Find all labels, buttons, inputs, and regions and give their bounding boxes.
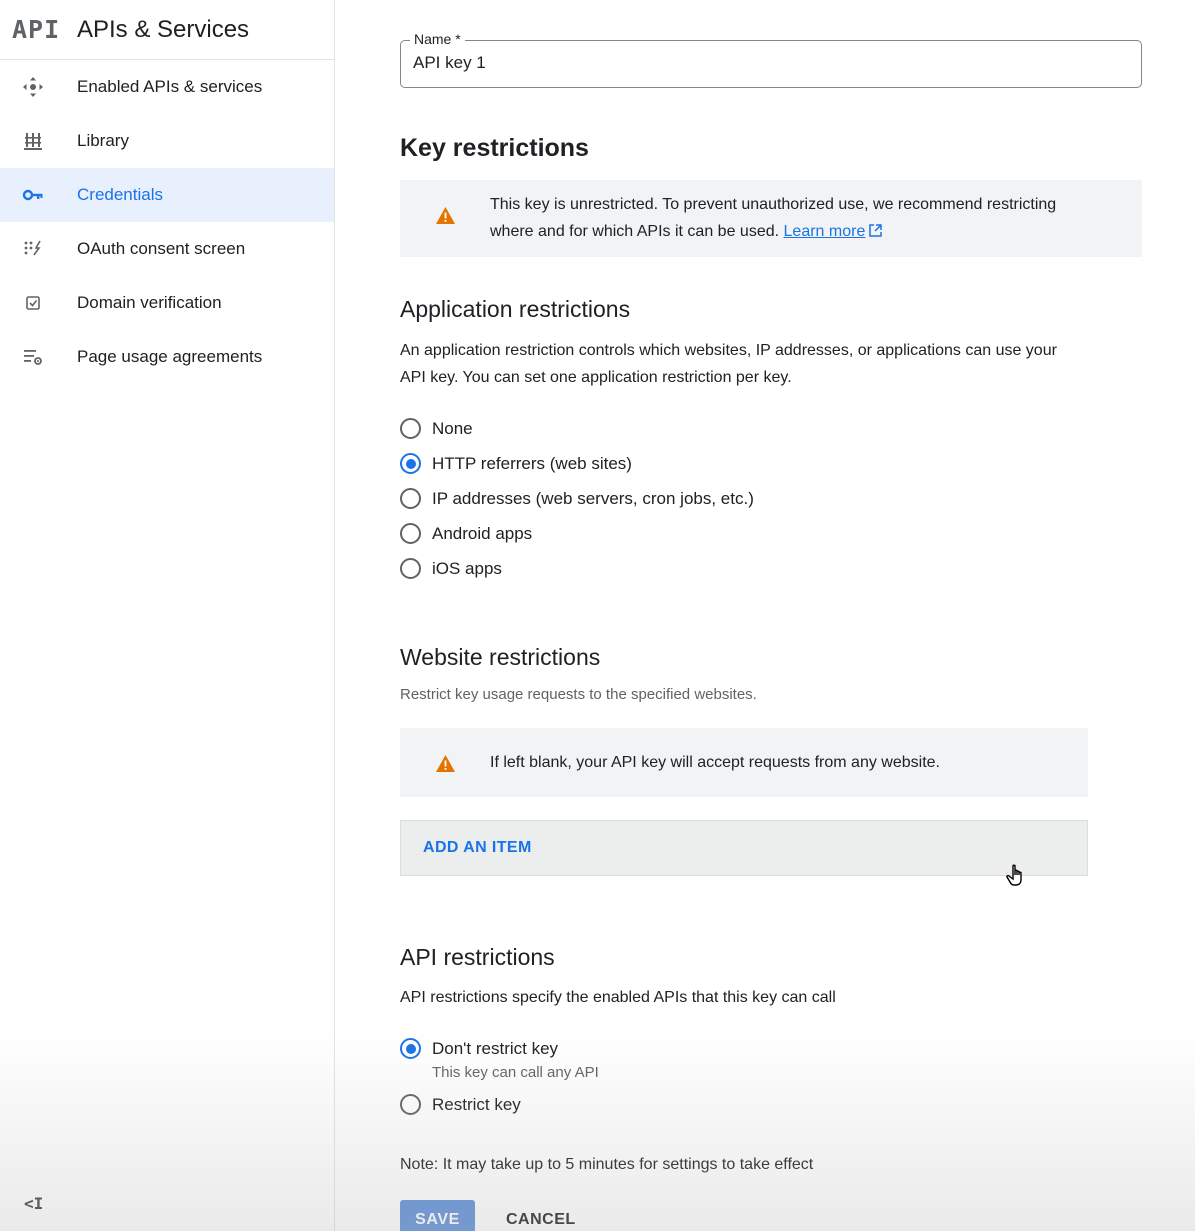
radio-dont-restrict-key[interactable]: Don't restrict key	[400, 1038, 558, 1059]
domain-check-icon	[22, 292, 77, 314]
radio-button[interactable]	[400, 1094, 421, 1115]
save-button[interactable]: SAVE	[400, 1200, 475, 1231]
radio-app-none[interactable]: None	[400, 418, 473, 439]
collapse-sidebar-button[interactable]: <I	[24, 1194, 43, 1213]
sidebar-nav: Enabled APIs & services Library Credenti…	[0, 60, 334, 384]
radio-button[interactable]	[400, 418, 421, 439]
external-link-icon	[869, 224, 883, 237]
radio-button-selected[interactable]	[400, 453, 421, 474]
website-restrictions-description: Restrict key usage requests to the speci…	[400, 686, 757, 703]
dont-restrict-key-sublabel: This key can call any API	[432, 1064, 599, 1081]
warning-text-line1: This key is unrestricted. To prevent una…	[490, 196, 1057, 213]
api-restrictions-heading: API restrictions	[400, 944, 555, 970]
application-restrictions-heading: Application restrictions	[400, 296, 631, 322]
name-field[interactable]: Name *	[400, 31, 1142, 88]
sidebar-item-label: Domain verification	[77, 293, 222, 312]
sidebar-item-label: Library	[77, 131, 129, 150]
application-restrictions-description: An application restriction controls whic…	[400, 342, 1057, 386]
sidebar-item-label: Credentials	[77, 185, 163, 204]
sidebar-item-credentials[interactable]: Credentials	[0, 168, 334, 222]
unrestricted-warning: This key is unrestricted. To prevent una…	[400, 180, 1142, 257]
radio-app-ip-addresses[interactable]: IP addresses (web servers, cron jobs, et…	[400, 488, 754, 509]
radio-button[interactable]	[400, 558, 421, 579]
radio-button[interactable]	[400, 488, 421, 509]
radio-app-ios[interactable]: iOS apps	[400, 558, 502, 579]
blank-website-warning: If left blank, your API key will accept …	[400, 728, 1088, 797]
oauth-icon	[22, 238, 77, 260]
radio-button[interactable]	[400, 523, 421, 544]
sidebar-item-oauth-consent[interactable]: OAuth consent screen	[0, 222, 334, 276]
warning-text-line2: where and for which APIs it can be used.	[490, 223, 780, 240]
api-logo: API	[12, 15, 61, 44]
enabled-apis-icon	[22, 76, 77, 98]
sidebar-item-page-usage[interactable]: Page usage agreements	[0, 330, 334, 384]
radio-app-http-referrers[interactable]: HTTP referrers (web sites)	[400, 453, 632, 474]
settings-note: Note: It may take up to 5 minutes for se…	[400, 1156, 814, 1173]
key-restrictions-heading: Key restrictions	[400, 134, 589, 162]
page-settings-icon	[22, 346, 77, 368]
sidebar-item-label: OAuth consent screen	[77, 239, 246, 258]
library-icon	[22, 130, 77, 152]
warning-icon	[436, 207, 455, 224]
warning-icon	[436, 755, 455, 772]
sidebar-header: API APIs & Services	[0, 0, 334, 60]
cancel-button[interactable]: CANCEL	[506, 1211, 576, 1229]
sidebar-item-label: Enabled APIs & services	[77, 77, 263, 96]
sidebar-item-label: Page usage agreements	[77, 347, 263, 366]
website-restrictions-heading: Website restrictions	[400, 644, 601, 670]
main-content: Name * Key restrictions This key is unre…	[336, 0, 1195, 1231]
sidebar-title: APIs & Services	[77, 15, 250, 43]
sidebar: API APIs & Services Enabled APIs & servi…	[0, 0, 335, 1231]
hand-cursor-icon	[1006, 864, 1022, 886]
sidebar-item-library[interactable]: Library	[0, 114, 334, 168]
name-field-label: Name *	[410, 31, 465, 47]
name-input[interactable]	[413, 53, 1113, 73]
radio-restrict-key[interactable]: Restrict key	[400, 1094, 521, 1115]
sidebar-item-enabled-apis[interactable]: Enabled APIs & services	[0, 60, 334, 114]
sidebar-item-domain-verification[interactable]: Domain verification	[0, 276, 334, 330]
key-icon	[22, 184, 77, 206]
api-restrictions-description: API restrictions specify the enabled API…	[400, 989, 836, 1006]
add-an-item-button[interactable]: ADD AN ITEM	[400, 820, 1088, 876]
blank-website-warning-text: If left blank, your API key will accept …	[490, 754, 940, 771]
radio-button-selected[interactable]	[400, 1038, 421, 1059]
radio-app-android[interactable]: Android apps	[400, 523, 532, 544]
learn-more-link[interactable]: Learn more	[784, 223, 866, 240]
